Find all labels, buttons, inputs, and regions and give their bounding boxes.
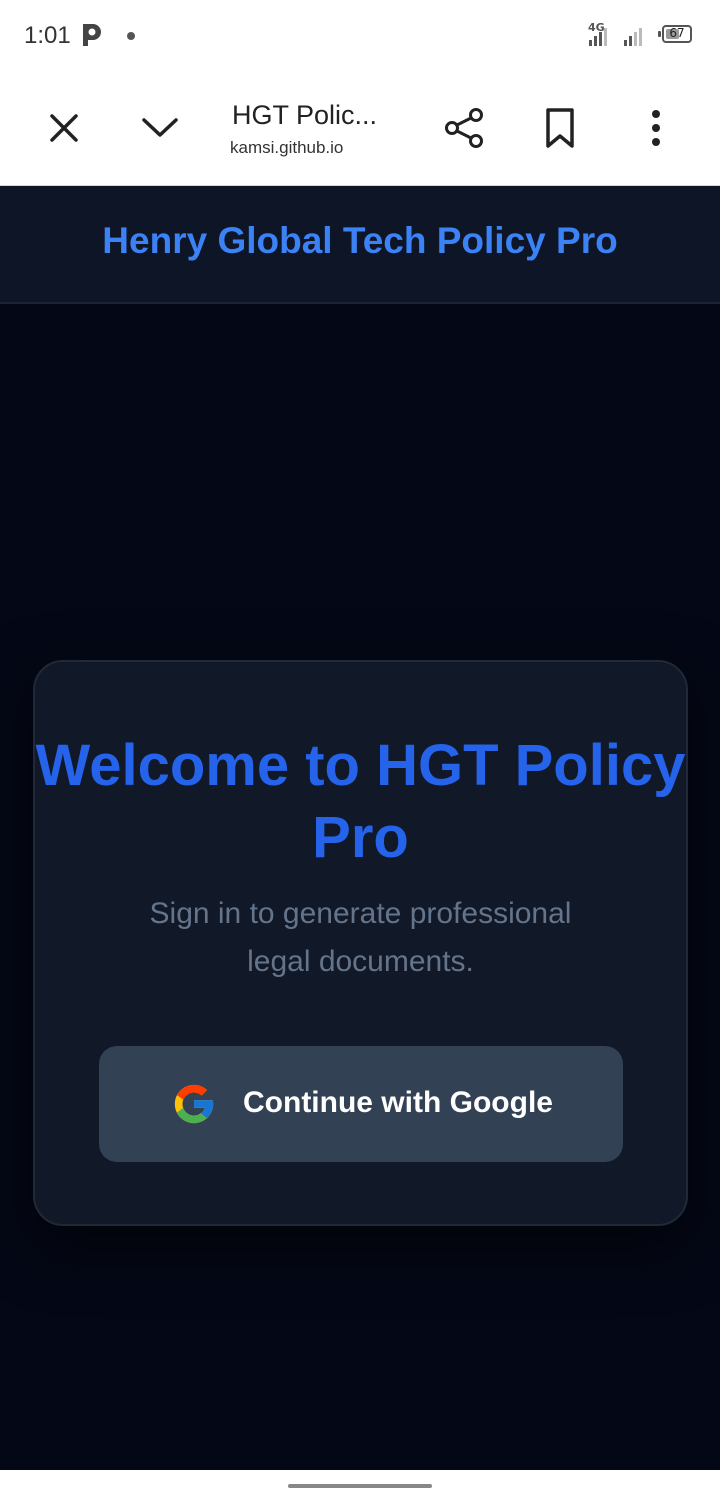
- close-icon[interactable]: [44, 108, 84, 153]
- share-icon[interactable]: [442, 106, 486, 155]
- notification-dot-icon: [127, 32, 135, 40]
- google-button-label: Continue with Google: [243, 1086, 553, 1119]
- continue-with-google-button[interactable]: Continue with Google: [99, 1046, 623, 1162]
- login-card: Welcome to HGT Policy Pro Sign in to gen…: [33, 660, 688, 1226]
- welcome-heading: Welcome to HGT Policy Pro: [35, 733, 686, 870]
- app-title: Henry Global Tech Policy Pro: [102, 220, 618, 261]
- chevron-down-icon[interactable]: [140, 108, 180, 153]
- app-notification-icon: [80, 22, 104, 53]
- status-bar: 1:01 4G 67: [0, 0, 720, 72]
- svg-text:4G: 4G: [588, 21, 605, 34]
- signal-icon: 4G: [588, 20, 654, 55]
- login-subtitle: Sign in to generate professional legal d…: [149, 897, 572, 978]
- page-title: HGT Polic...: [232, 100, 378, 130]
- home-gesture-handle[interactable]: [288, 1484, 432, 1488]
- app-header: Henry Global Tech Policy Pro: [0, 186, 720, 304]
- google-logo-icon: [171, 1081, 217, 1132]
- battery-icon: 67: [658, 25, 692, 43]
- browser-toolbar: HGT Polic... kamsi.github.io: [0, 72, 720, 186]
- navigation-bar: [0, 1470, 720, 1500]
- more-vert-icon[interactable]: [640, 106, 672, 155]
- battery-level: 67: [669, 26, 685, 40]
- page-url: kamsi.github.io: [230, 138, 344, 157]
- status-time: 1:01: [24, 22, 71, 49]
- bookmark-icon[interactable]: [540, 106, 580, 155]
